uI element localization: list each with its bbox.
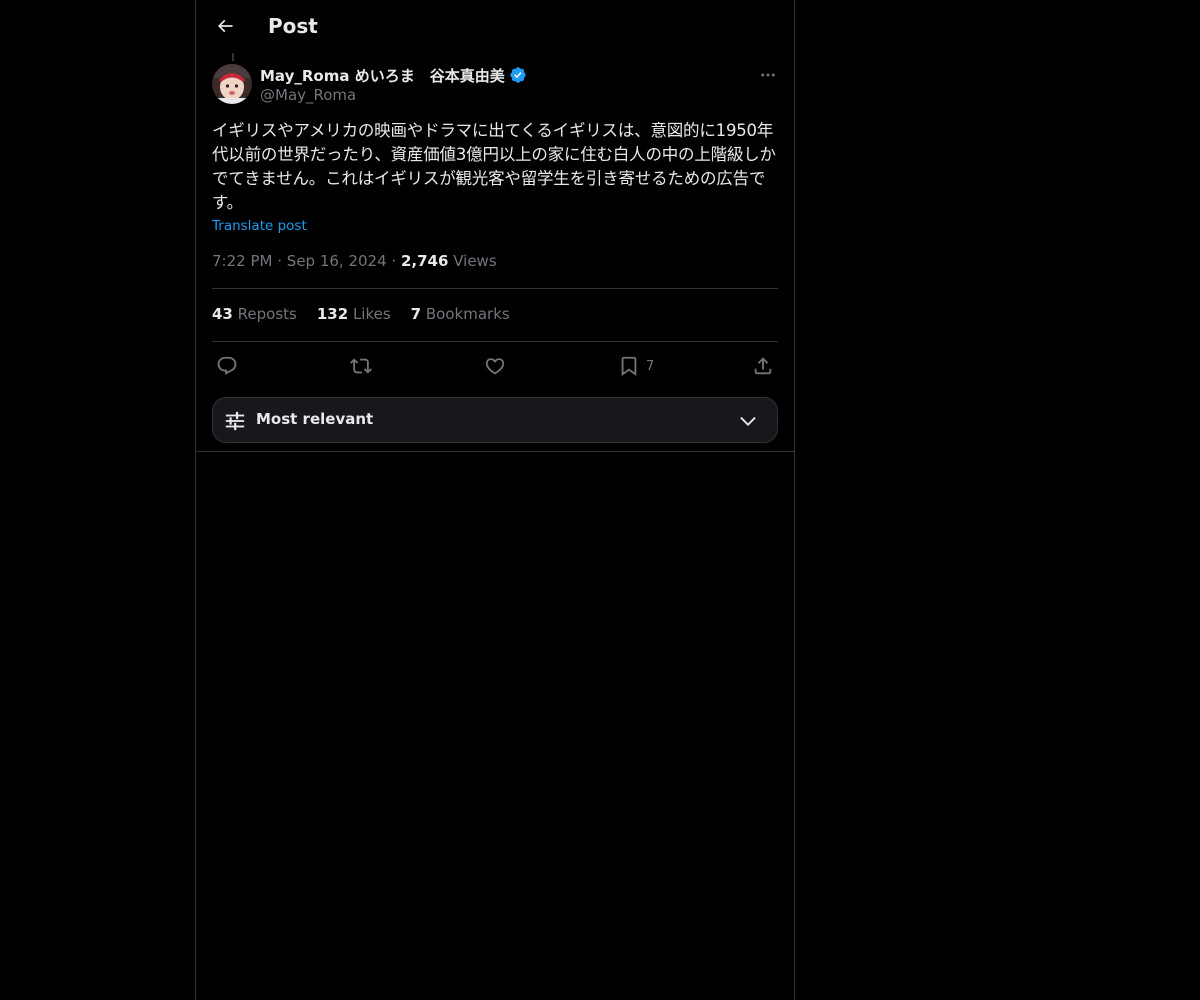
reposts-count: 43 xyxy=(212,305,233,323)
sliders-icon xyxy=(225,411,245,431)
more-horizontal-icon xyxy=(761,73,775,77)
author-name-row: May_Roma めいろま 谷本真由美 xyxy=(260,64,527,86)
back-button[interactable] xyxy=(208,9,242,43)
reposts-label: Reposts xyxy=(237,305,297,323)
meta-separator: · xyxy=(277,252,283,270)
repost-icon xyxy=(350,358,372,374)
bookmarks-stat[interactable]: 7 Bookmarks xyxy=(411,305,510,323)
repost-button[interactable] xyxy=(350,354,372,378)
share-icon xyxy=(754,357,772,375)
bookmark-button[interactable]: 7 xyxy=(618,354,654,378)
author-display-name[interactable]: May_Roma めいろま 谷本真由美 xyxy=(260,65,505,86)
bookmark-count: 7 xyxy=(646,358,655,374)
divider xyxy=(212,288,778,289)
divider xyxy=(212,341,778,342)
share-button[interactable] xyxy=(752,354,774,378)
avatar-image xyxy=(212,64,252,104)
reply-sort-dropdown[interactable]: Most relevant xyxy=(212,397,778,443)
chevron-down-icon xyxy=(740,416,756,426)
meta-separator: · xyxy=(391,252,397,270)
post-metadata: 7:22 PM · Sep 16, 2024 · 2,746 Views xyxy=(212,252,497,270)
thread-connector-line xyxy=(232,53,234,61)
reply-icon xyxy=(217,356,237,375)
reply-button[interactable] xyxy=(216,354,238,378)
avatar[interactable] xyxy=(212,64,252,104)
verified-badge-icon[interactable] xyxy=(509,66,527,84)
post-header: Post xyxy=(196,0,794,53)
main-column: Post May_Roma めいろま 谷本真由美 @May_Roma イギリスや… xyxy=(195,0,795,1000)
arrow-left-icon xyxy=(217,19,233,33)
bookmarks-label: Bookmarks xyxy=(425,305,510,323)
sort-label: Most relevant xyxy=(256,410,374,428)
translate-post-link[interactable]: Translate post xyxy=(212,218,307,234)
bookmark-icon xyxy=(621,356,637,377)
bookmarks-count: 7 xyxy=(410,305,422,323)
views-label: Views xyxy=(453,252,497,270)
views-count: 2,746 xyxy=(400,252,449,270)
likes-label: Likes xyxy=(352,305,391,323)
post-date[interactable]: Sep 16, 2024 xyxy=(287,252,387,270)
post-text: イギリスやアメリカの映画やドラマに出てくるイギリスは、意図的に1950年代以前の… xyxy=(212,121,776,212)
more-options-button[interactable] xyxy=(756,63,780,87)
reposts-stat[interactable]: 43 Reposts xyxy=(212,305,297,323)
section-divider xyxy=(196,451,794,452)
like-button[interactable] xyxy=(484,354,506,378)
likes-stat[interactable]: 132 Likes xyxy=(317,305,391,323)
author-handle[interactable]: @May_Roma xyxy=(260,86,356,104)
post-time[interactable]: 7:22 PM xyxy=(212,252,272,270)
likes-count: 132 xyxy=(316,305,349,323)
action-bar: 7 xyxy=(212,350,778,382)
engagement-stats: 43 Reposts 132 Likes 7 Bookmarks xyxy=(212,305,510,323)
heart-icon xyxy=(485,358,505,375)
page-title: Post xyxy=(268,14,318,38)
